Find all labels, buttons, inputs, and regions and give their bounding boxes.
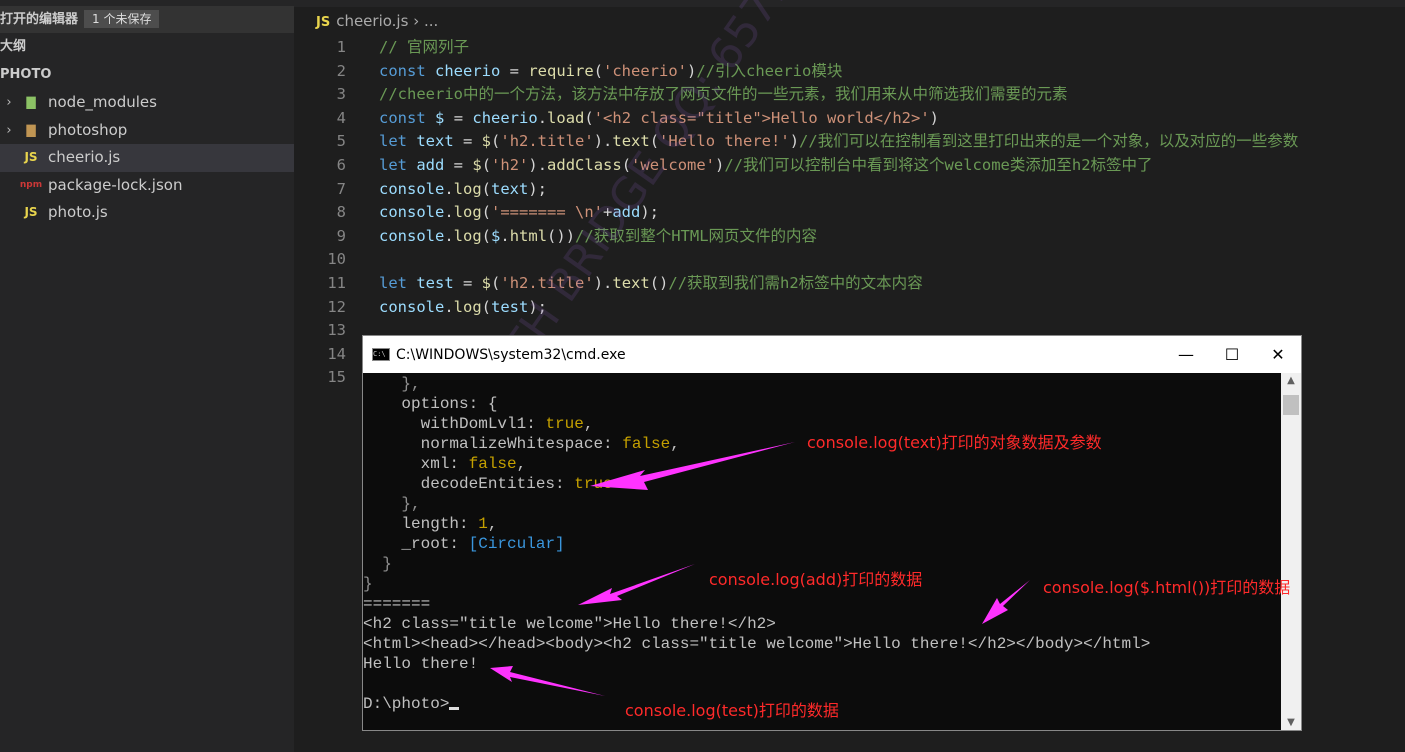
chevron-right-icon: › [408, 12, 424, 30]
code-text: let test = $('h2.title').text()//获取到我们需h… [379, 273, 923, 292]
code-text: let add = $('h2').addClass('welcome')//我… [379, 155, 1153, 174]
line-number: 6 [336, 155, 346, 174]
unsaved-badge: 1 个未保存 [84, 10, 160, 28]
cmd-icon: C:\ [372, 348, 390, 361]
cursor [449, 707, 460, 710]
tab-bar [294, 0, 1405, 8]
line-number: 7 [336, 179, 346, 198]
code-text: //cheerio中的一个方法，该方法中存放了网页文件的一些元素，我们用来从中筛… [379, 85, 1068, 104]
code-line[interactable]: 1 // 官网列子 [294, 36, 1405, 60]
outline-section[interactable]: 大纲 [0, 33, 294, 61]
cmd-title: C:\WINDOWS\system32\cmd.exe [396, 346, 626, 363]
code-line[interactable]: 4 const $ = cheerio.load('<h2 class="titl… [294, 107, 1405, 131]
close-button[interactable]: ✕ [1255, 345, 1301, 364]
chevron-right-icon[interactable]: › [0, 89, 18, 117]
code-line[interactable]: 5 let text = $('h2.title').text('Hello th… [294, 130, 1405, 154]
line-number: 5 [336, 132, 346, 151]
console-line: decodeEntities: true [363, 475, 613, 493]
scroll-up-icon[interactable]: ▲ [1281, 375, 1301, 386]
code-text: console.log($.html())//获取到整个HTML网页文件的内容 [379, 226, 818, 245]
js-file-icon: JS [24, 150, 38, 164]
line-number: 1 [336, 38, 346, 56]
file-tree-item[interactable]: npm package-lock.json [0, 172, 294, 200]
console-output[interactable]: }, options: { withDomLvl1: true, normali… [363, 373, 1281, 730]
code-text: let text = $('h2.title').text('Hello the… [379, 132, 1299, 151]
code-line[interactable]: 3 //cheerio中的一个方法，该方法中存放了网页文件的一些元素，我们用来从中… [294, 83, 1405, 107]
node-folder-icon: ▇ [26, 95, 36, 109]
annotation-add: console.log(add)打印的数据 [709, 570, 923, 589]
minimize-button[interactable]: — [1163, 345, 1209, 364]
code-line[interactable]: 9 console.log($.html())//获取到整个HTML网页文件的内容 [294, 225, 1405, 249]
maximize-button[interactable]: ☐ [1209, 345, 1255, 364]
folder-icon: ▇ [26, 122, 36, 137]
annotation-html: console.log($.html())打印的数据 [1043, 578, 1291, 597]
line-number: 2 [336, 61, 346, 80]
chevron-right-icon[interactable]: › [0, 117, 18, 145]
file-name: photoshop [48, 120, 128, 139]
code-line[interactable]: 7 console.log(text); [294, 178, 1405, 202]
line-number: 10 [327, 250, 346, 269]
scrollbar[interactable]: ▲ ▼ [1281, 373, 1301, 730]
console-line: Hello there! [363, 655, 479, 673]
line-number: 3 [336, 85, 346, 104]
console-line: _root: [Circular] [363, 535, 565, 553]
file-name: node_modules [48, 93, 157, 111]
open-editors-label: 打开的编辑器 [0, 12, 79, 27]
console-line: }, [401, 495, 421, 513]
breadcrumb-more[interactable]: ... [424, 12, 438, 30]
line-number: 4 [336, 108, 346, 127]
scroll-down-icon[interactable]: ▼ [1281, 717, 1301, 728]
file-tree-item[interactable]: › ▇ photoshop [0, 117, 294, 145]
code-text: const $ = cheerio.load('<h2 class="title… [379, 108, 939, 127]
code-text: console.log('======= \n'+add); [379, 203, 660, 222]
file-tree-item[interactable]: JS cheerio.js [0, 144, 294, 172]
console-line: <h2 class="title welcome">Hello there!</… [363, 615, 776, 633]
code-line[interactable]: 12 console.log(test); [294, 296, 1405, 320]
line-number: 11 [327, 273, 346, 292]
explorer-sidebar: 打开的编辑器 1 个未保存 大纲 PHOTO › ▇ node_modules › ▇ ph… [0, 0, 294, 752]
line-number: 15 [327, 368, 346, 387]
line-number: 13 [327, 321, 346, 340]
code-line[interactable]: 6 let add = $('h2').addClass('welcome')//… [294, 154, 1405, 178]
console-line: length: 1, [363, 515, 498, 533]
cmd-window[interactable]: C:\ C:\WINDOWS\system32\cmd.exe — ☐ ✕ },… [362, 335, 1302, 731]
code-line[interactable]: 8 console.log('======= \n'+add); [294, 201, 1405, 225]
line-number: 8 [336, 203, 346, 222]
file-name: cheerio.js [48, 148, 121, 166]
code-line[interactable]: 2 const cheerio = require('cheerio')//引入c… [294, 60, 1405, 84]
console-line: options: { [363, 395, 498, 413]
code-text: const cheerio = require('cheerio')//引入ch… [379, 61, 843, 80]
js-file-icon: JS [24, 205, 38, 219]
code-text: console.log(test); [379, 297, 548, 316]
file-name: photo.js [48, 203, 108, 221]
console-line: <html><head></head><body><h2 class="titl… [363, 635, 1151, 653]
console-line: }, [401, 375, 421, 393]
line-number: 14 [327, 344, 346, 363]
cmd-titlebar[interactable]: C:\ C:\WINDOWS\system32\cmd.exe — ☐ ✕ [363, 336, 1301, 373]
open-editors-section[interactable]: 打开的编辑器 1 个未保存 [0, 6, 294, 33]
code-text: console.log(text); [379, 179, 548, 198]
breadcrumb[interactable]: JS cheerio.js › ... [294, 8, 1405, 36]
js-file-icon: JS [316, 15, 331, 30]
file-name: package-lock.json [48, 175, 183, 194]
npm-icon: npm [19, 179, 43, 190]
code-line[interactable]: 10 [294, 248, 1405, 272]
line-number: 9 [336, 226, 346, 245]
scroll-thumb[interactable] [1283, 395, 1299, 415]
console-line: xml: false, [363, 455, 527, 473]
file-tree: › ▇ node_modules › ▇ photoshop JS cheerio.js npm… [0, 89, 294, 227]
project-section[interactable]: PHOTO [0, 61, 294, 89]
annotation-text: console.log(text)打印的对象数据及参数 [807, 433, 1102, 452]
breadcrumb-file[interactable]: cheerio.js [336, 12, 408, 30]
code-line[interactable]: 11 let test = $('h2.title').text()//获取到我们… [294, 272, 1405, 296]
code-text: // 官网列子 [379, 38, 469, 56]
file-tree-item[interactable]: › ▇ node_modules [0, 89, 294, 117]
line-number: 12 [327, 297, 346, 316]
file-tree-item[interactable]: JS photo.js [0, 199, 294, 227]
annotation-test: console.log(test)打印的数据 [625, 701, 839, 720]
